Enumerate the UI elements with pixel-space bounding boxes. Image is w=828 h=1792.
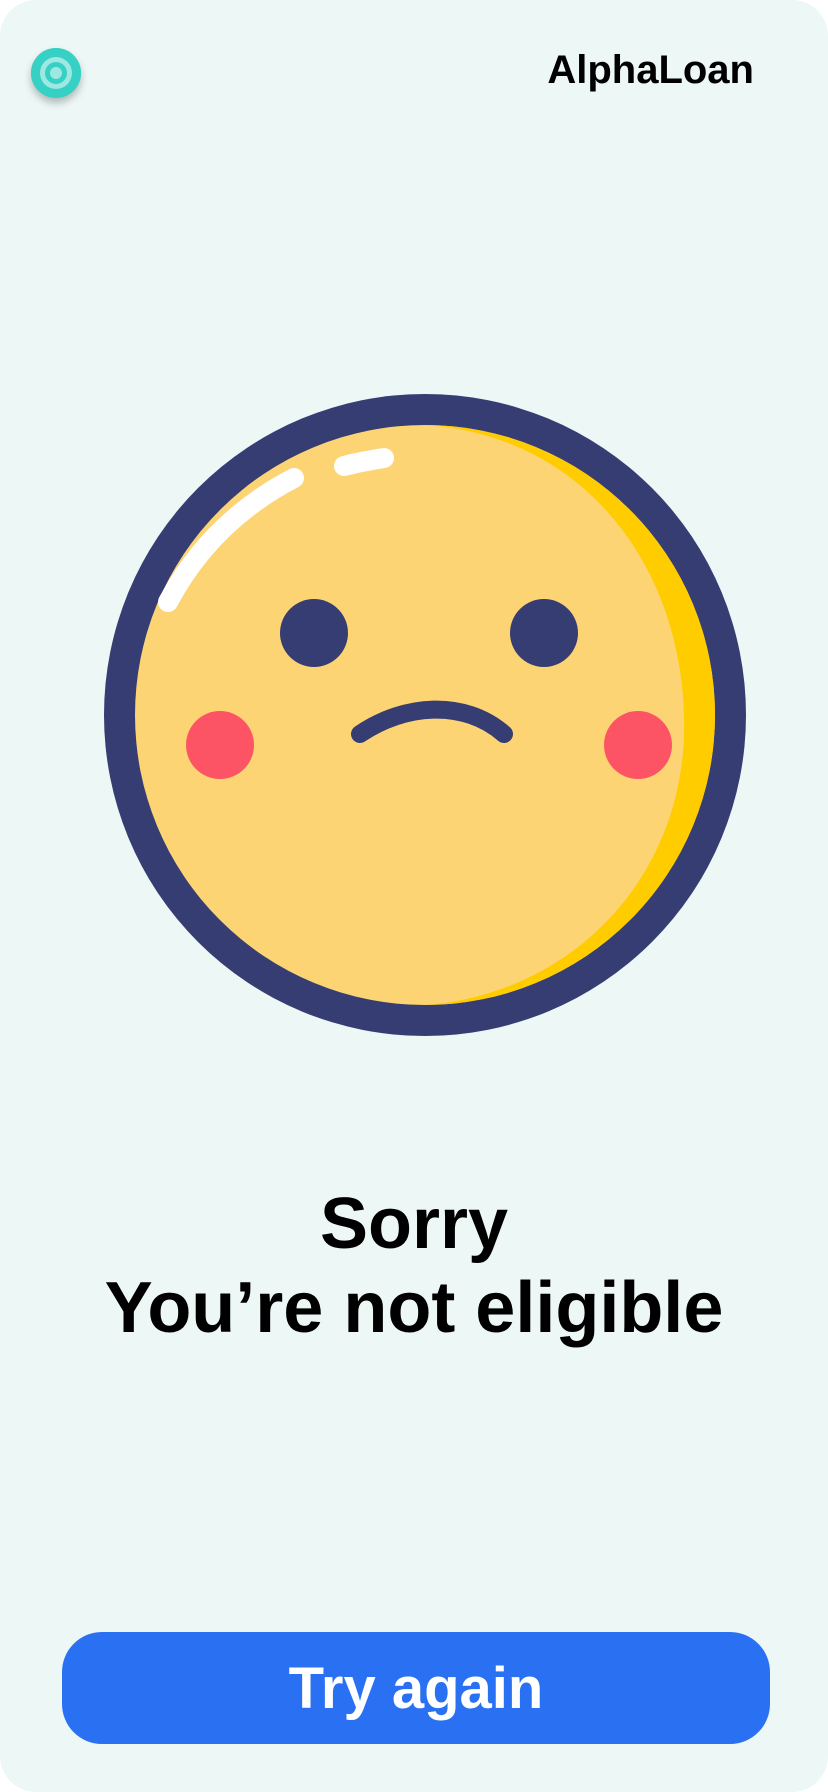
brand-title: AlphaLoan <box>547 48 754 92</box>
emoji-shine-small <box>334 448 394 476</box>
sad-face-icon <box>104 394 746 1036</box>
emoji-right-eye <box>510 599 578 667</box>
message-subheading: You’re not eligible <box>104 1268 724 1348</box>
message-heading: Sorry <box>319 1184 509 1264</box>
app-logo[interactable] <box>31 48 81 98</box>
ineligible-screen: AlphaLoan Sorry You’re not eligible Try … <box>0 0 828 1792</box>
eligibility-message: Sorry You’re not eligible <box>0 1182 828 1350</box>
emoji-left-eye <box>280 599 348 667</box>
emoji-left-cheek <box>186 711 254 779</box>
target-logo-icon <box>31 48 81 98</box>
try-again-button[interactable]: Try again <box>62 1632 770 1744</box>
emoji-right-cheek <box>604 711 672 779</box>
